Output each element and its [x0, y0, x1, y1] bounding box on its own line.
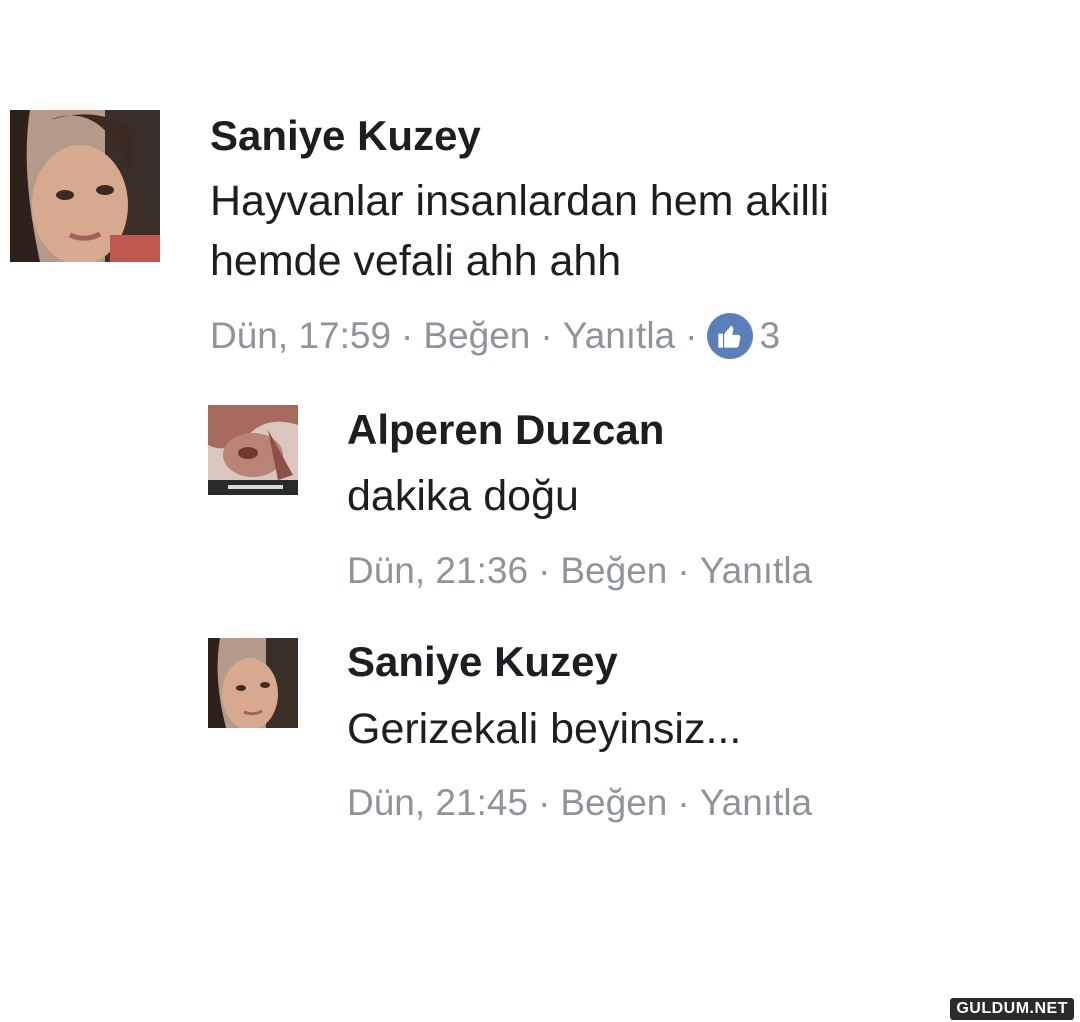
separator: ·	[538, 550, 551, 591]
watermark: GULDUM.NET	[950, 998, 1074, 1020]
comment-author[interactable]: Saniye Kuzey	[210, 112, 481, 160]
comment-author[interactable]: Saniye Kuzey	[347, 638, 618, 686]
like-button[interactable]: Beğen	[423, 315, 530, 357]
comment-text-line: Hayvanlar insanlardan hem akilli	[210, 177, 830, 225]
comment-text-line: hemde vefali ahh ahh	[210, 237, 622, 285]
comment-text-line: Gerizekali beyinsiz...	[347, 705, 742, 753]
like-button[interactable]: Beğen	[560, 550, 667, 592]
separator: ·	[685, 315, 698, 356]
avatar[interactable]	[208, 405, 298, 495]
avatar[interactable]	[208, 638, 298, 728]
separator: ·	[677, 550, 690, 591]
separator: ·	[401, 315, 414, 356]
comment-author[interactable]: Alperen Duzcan	[347, 406, 664, 454]
like-button[interactable]: Beğen	[560, 782, 667, 824]
reaction-count: 3	[759, 315, 781, 356]
separator: ·	[540, 315, 553, 356]
reply-button[interactable]: Yanıtla	[700, 550, 812, 592]
comment-meta: Dün, 17:59 · Beğen · Yanıtla · 3	[210, 310, 780, 362]
comment-meta: Dün, 21:36 · Beğen · Yanıtla	[347, 545, 812, 597]
comment-timestamp: Dün, 21:45	[347, 782, 529, 823]
comment-timestamp: Dün, 21:36	[347, 550, 529, 591]
profile-photo	[208, 638, 298, 728]
comment-timestamp: Dün, 17:59	[210, 315, 392, 356]
profile-photo	[208, 405, 298, 495]
reply-button[interactable]: Yanıtla	[700, 782, 812, 824]
comment-text-line: dakika doğu	[347, 472, 579, 520]
separator: ·	[677, 782, 690, 823]
comment-meta: Dün, 21:45 · Beğen · Yanıtla	[347, 777, 812, 829]
reply-button[interactable]: Yanıtla	[563, 315, 675, 357]
avatar[interactable]	[10, 110, 160, 262]
thumbs-up-icon[interactable]	[707, 313, 754, 359]
profile-photo	[10, 110, 160, 262]
separator: ·	[538, 782, 551, 823]
